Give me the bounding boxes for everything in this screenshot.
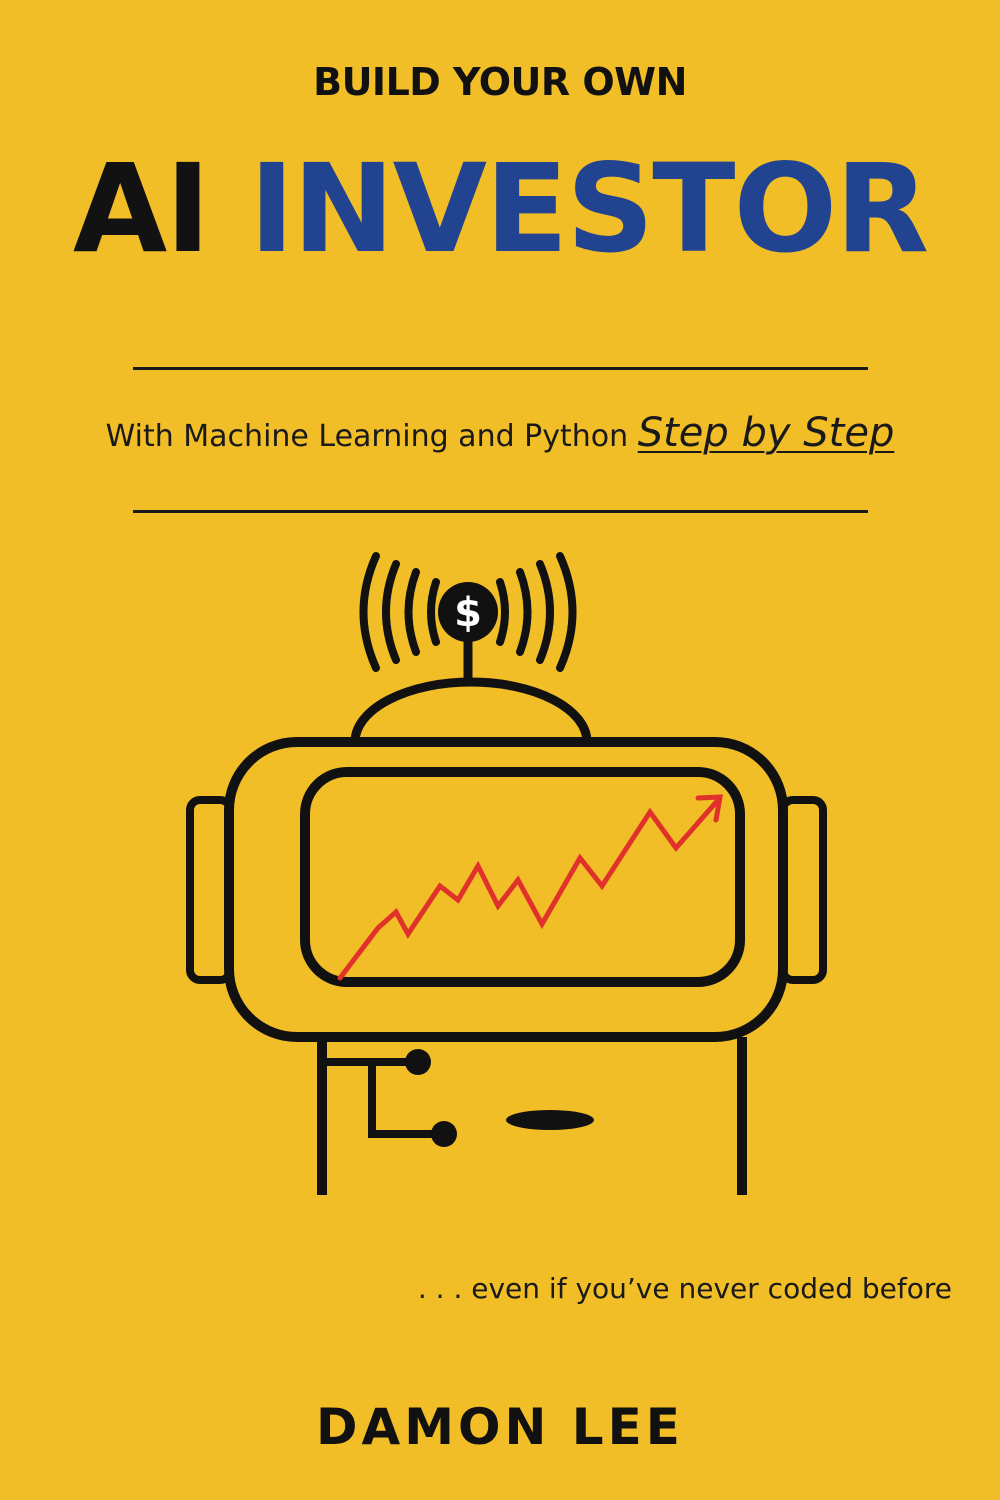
dollar-antenna-icon: $ [438,582,498,685]
robot-visor [300,767,745,987]
right-ear [779,796,827,984]
robot-dome [350,677,592,743]
book-cover: BUILD YOUR OWN AI INVESTOR With Machine … [0,0,1000,1500]
tagline: . . . even if you’ve never coded before [417,1272,952,1305]
rising-arrow-icon [337,794,723,981]
author-name: DAMON LEE [316,1398,684,1456]
robot-body [317,1037,747,1195]
dollar-symbol: $ [454,590,482,636]
